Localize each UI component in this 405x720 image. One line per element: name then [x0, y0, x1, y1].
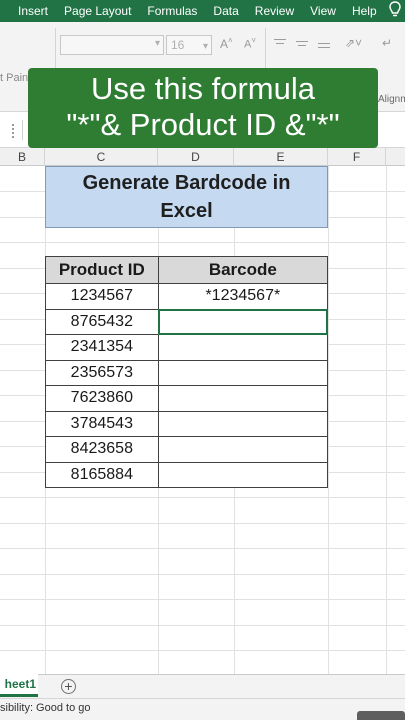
menu-formulas[interactable]: Formulas: [139, 0, 205, 22]
grow-font-button[interactable]: A˄: [220, 36, 233, 51]
barcode-cell[interactable]: [157, 385, 329, 412]
banner-line-2: "*"& Product ID &"*": [66, 107, 340, 142]
table-row: 3784543: [45, 410, 329, 437]
header-product-id[interactable]: Product ID: [45, 256, 159, 284]
orientation-icon[interactable]: ⇗˅: [345, 36, 362, 50]
menu-review[interactable]: Review: [247, 0, 302, 22]
status-indicator: [357, 711, 405, 720]
grow-font-label: A: [220, 37, 229, 51]
plus-circle-icon[interactable]: +: [61, 679, 76, 694]
shrink-font-button[interactable]: A˅: [244, 36, 256, 51]
formula-bar-divider: [22, 120, 23, 140]
sheet-tab-active[interactable]: heet1: [0, 674, 38, 697]
drag-handle-icon[interactable]: [12, 124, 15, 138]
barcode-cell[interactable]: [157, 410, 329, 437]
product-id-cell[interactable]: 3784543: [45, 410, 159, 437]
header-barcode[interactable]: Barcode: [157, 256, 329, 284]
formula-tip-banner: Use this formula "*"& Product ID &"*": [28, 68, 378, 148]
menu-data[interactable]: Data: [205, 0, 246, 22]
column-header-d[interactable]: D: [158, 148, 234, 166]
alignment-group-label: Alignm: [378, 94, 405, 105]
font-size-box[interactable]: 16 ▾: [166, 35, 212, 55]
barcode-cell[interactable]: [157, 436, 329, 463]
active-barcode-cell[interactable]: [157, 308, 329, 335]
chevron-down-icon: ▾: [154, 38, 160, 49]
sheet-title: Generate Bardcode in Excel: [82, 172, 291, 222]
product-id-cell[interactable]: 1234567: [45, 283, 159, 310]
table-row: 7623860: [45, 385, 329, 412]
barcode-cell[interactable]: [157, 461, 329, 488]
font-size-value: 16: [171, 38, 185, 52]
table-row: 8423658: [45, 436, 329, 463]
product-id-cell[interactable]: 2341354: [45, 334, 159, 361]
menu-view[interactable]: View: [302, 0, 344, 22]
table-row: 2341354: [45, 334, 329, 361]
product-id-cell[interactable]: 8423658: [45, 436, 159, 463]
product-id-cell[interactable]: 2356573: [45, 359, 159, 386]
lightbulb-icon[interactable]: [389, 1, 403, 21]
column-header-b[interactable]: B: [0, 148, 45, 166]
barcode-cell[interactable]: *1234567*: [157, 283, 329, 310]
column-header-c[interactable]: C: [45, 148, 158, 166]
accessibility-status[interactable]: sibility: Good to go: [0, 702, 91, 714]
product-id-cell[interactable]: 7623860: [45, 385, 159, 412]
barcode-cell[interactable]: [157, 359, 329, 386]
excel-window: Insert Page Layout Formulas Data Review …: [0, 0, 405, 720]
menu-help[interactable]: Help: [344, 0, 385, 22]
chevron-down-icon: ▾: [202, 41, 208, 52]
column-header-row: B C D E F: [0, 148, 405, 166]
column-header-e[interactable]: E: [234, 148, 328, 166]
table-row: 2356573: [45, 359, 329, 386]
status-bar: sibility: Good to go: [0, 698, 405, 720]
barcode-cell[interactable]: [157, 334, 329, 361]
sheet-title-cell[interactable]: Generate Bardcode in Excel: [45, 166, 328, 228]
product-table: Product ID Barcode 1234567 *1234567* 876…: [45, 256, 329, 488]
font-name-box[interactable]: ▾: [60, 35, 164, 55]
wrap-text-icon[interactable]: ↵: [382, 36, 392, 50]
menu-page-layout[interactable]: Page Layout: [56, 0, 139, 22]
product-id-cell[interactable]: 8165884: [45, 461, 159, 488]
table-row: 1234567 *1234567*: [45, 283, 329, 310]
table-row: 8165884: [45, 461, 329, 488]
product-id-cell[interactable]: 8765432: [45, 308, 159, 335]
menu-bar: Insert Page Layout Formulas Data Review …: [0, 0, 405, 22]
table-row: 8765432: [45, 308, 329, 335]
sheet-tab-bar: heet1 +: [0, 674, 405, 698]
banner-line-1: Use this formula: [91, 71, 315, 106]
menu-insert[interactable]: Insert: [0, 0, 56, 22]
column-header-f[interactable]: F: [328, 148, 386, 166]
